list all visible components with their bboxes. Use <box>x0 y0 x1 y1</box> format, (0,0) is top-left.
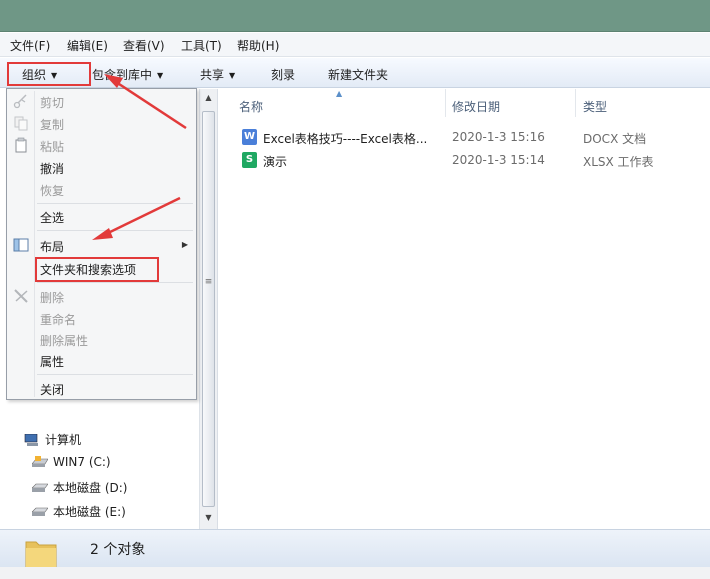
file-date: 2020-1-3 15:16 <box>452 130 545 144</box>
copy-icon <box>14 116 28 131</box>
organize-menu: 剪切 复制 粘贴 撤消 恢复 全选 布局 ▶ 文件夹和搜索选项 删除 重命名 删… <box>6 88 197 400</box>
folder-icon <box>25 541 57 568</box>
menu-item-undo[interactable]: 撤消 <box>40 160 64 177</box>
drive-icon <box>32 483 48 492</box>
drive-icon <box>32 507 48 516</box>
menu-item-layout[interactable]: 布局 <box>40 238 64 255</box>
menu-item-copy: 复制 <box>40 118 65 132</box>
menu-separator <box>37 230 193 231</box>
column-header-type[interactable]: 类型 <box>583 98 607 115</box>
menu-tools[interactable]: 工具(T) <box>181 37 222 54</box>
menu-help[interactable]: 帮助(H) <box>237 37 279 54</box>
menu-edit[interactable]: 编辑(E) <box>67 37 108 54</box>
computer-icon <box>24 434 38 446</box>
submenu-arrow-icon: ▶ <box>181 240 188 249</box>
tree-item-drive-c[interactable]: WIN7 (C:) <box>32 455 111 469</box>
menu-bar: 文件(F) 编辑(E) 查看(V) 工具(T) 帮助(H) <box>0 33 710 57</box>
burn-button[interactable]: 刻录 <box>271 66 295 83</box>
scroll-up-icon[interactable]: ▲ <box>200 91 217 105</box>
paste-icon <box>15 137 27 153</box>
file-list-header: ▲ 名称 修改日期 类型 <box>219 89 710 119</box>
command-toolbar: 组织 ▼ 包含到库中 ▼ 共享 ▼ 刻录 新建文件夹 <box>0 58 710 88</box>
menu-item-cut: 剪切 <box>40 96 65 110</box>
column-divider[interactable] <box>575 89 576 117</box>
layout-icon <box>13 238 29 252</box>
menu-item-select-all[interactable]: 全选 <box>40 209 64 226</box>
new-folder-button[interactable]: 新建文件夹 <box>328 66 388 83</box>
file-name: 演示 <box>263 155 288 169</box>
sort-caret-icon: ▲ <box>336 89 343 98</box>
menu-item-redo: 恢复 <box>40 184 65 198</box>
include-in-library-button[interactable]: 包含到库中 ▼ <box>92 66 163 83</box>
menu-separator <box>37 203 193 204</box>
share-button[interactable]: 共享 ▼ <box>200 66 235 83</box>
menu-item-close[interactable]: 关闭 <box>40 381 64 398</box>
tree-item-computer[interactable]: 计算机 <box>24 431 81 448</box>
system-drive-icon <box>32 456 48 467</box>
column-header-name[interactable]: 名称 <box>239 98 263 115</box>
delete-x-icon <box>14 289 28 303</box>
chevron-down-icon: ▼ <box>157 71 164 80</box>
folder-options-highlight-box <box>35 257 159 282</box>
tree-item-drive-d[interactable]: 本地磁盘 (D:) <box>32 479 127 496</box>
menu-separator <box>37 282 193 283</box>
menu-view[interactable]: 查看(V) <box>123 37 165 54</box>
chevron-down-icon: ▼ <box>229 71 236 80</box>
organize-highlight-box <box>7 62 91 86</box>
window-titlebar <box>0 0 710 32</box>
spreadsheet-icon: S <box>242 152 257 168</box>
scissors-icon <box>13 94 27 109</box>
menu-item-paste: 粘贴 <box>40 140 65 154</box>
window-bottom-edge <box>0 567 710 579</box>
word-doc-icon: W <box>242 129 257 145</box>
nav-scrollbar[interactable]: ▲ ≡ ▼ <box>199 89 217 529</box>
file-row[interactable]: S 演示 2020-1-3 15:14 XLSX 工作表 <box>219 150 710 172</box>
file-name: Excel表格技巧----Excel表格... <box>263 132 428 146</box>
file-row[interactable]: W Excel表格技巧----Excel表格... 2020-1-3 15:16… <box>219 127 710 149</box>
menu-item-remove-properties: 删除属性 <box>40 334 89 348</box>
grip-icon: ≡ <box>204 277 213 287</box>
status-bar: 2 个对象 <box>0 529 710 568</box>
menu-file[interactable]: 文件(F) <box>10 37 50 54</box>
column-header-date[interactable]: 修改日期 <box>452 98 500 115</box>
scroll-down-icon[interactable]: ▼ <box>200 511 217 525</box>
menu-item-properties[interactable]: 属性 <box>40 353 64 370</box>
menu-gutter <box>34 91 35 397</box>
tree-item-drive-e[interactable]: 本地磁盘 (E:) <box>32 503 126 520</box>
file-type: DOCX 文档 <box>583 132 647 146</box>
status-item-count: 2 个对象 <box>90 542 146 558</box>
file-date: 2020-1-3 15:14 <box>452 153 545 167</box>
menu-item-delete: 删除 <box>40 291 65 305</box>
scroll-thumb[interactable]: ≡ <box>202 111 215 507</box>
file-type: XLSX 工作表 <box>583 155 654 169</box>
column-divider[interactable] <box>445 89 446 117</box>
menu-separator <box>37 374 193 375</box>
menu-item-rename: 重命名 <box>40 313 77 327</box>
